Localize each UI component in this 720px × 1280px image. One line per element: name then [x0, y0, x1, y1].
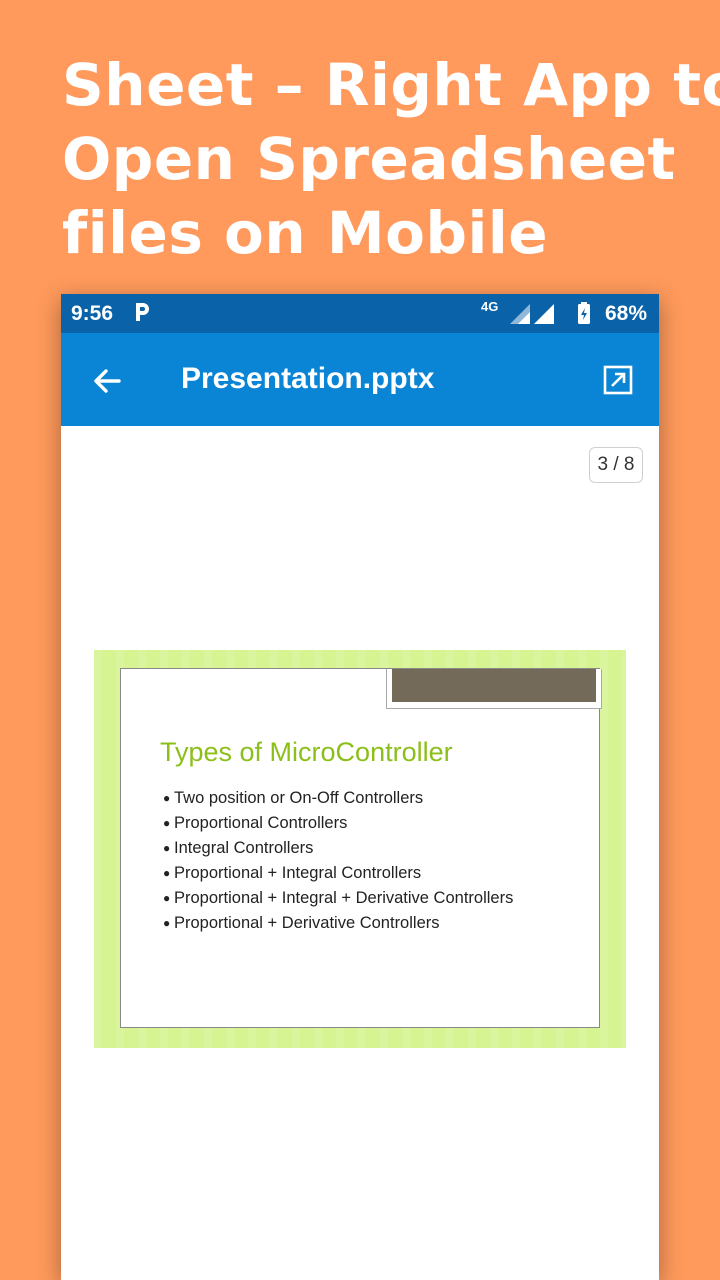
battery-percent: 68% [605, 302, 648, 325]
slide-title: Types of MicroController [160, 737, 453, 767]
open-external-button[interactable] [603, 365, 633, 395]
bullet-item: ● Proportional + Integral + Derivative Co… [163, 886, 513, 911]
bullet-item: ● Two position or On-Off Controllers [163, 786, 513, 811]
bullet-dot-icon: ● [163, 866, 171, 880]
arrow-left-icon [94, 369, 121, 393]
bullet-item: ● Proportional + Integral Controllers [163, 861, 513, 886]
slide-tab-fill [392, 669, 596, 702]
slide-tab-decoration [386, 669, 602, 709]
document-viewer[interactable]: 3 / 8 Types of MicroController ● Two posi… [61, 426, 659, 1280]
slide-bullets: ● Two position or On-Off Controllers ● Pro… [163, 786, 513, 936]
signal-icon [509, 303, 531, 331]
back-button[interactable] [89, 363, 125, 399]
document-title: Presentation.pptx [181, 362, 435, 395]
status-time: 9:56 [71, 302, 114, 325]
promo-headline: Sheet – Right App to Open Spreadsheet fi… [62, 48, 720, 270]
bullet-dot-icon: ● [163, 916, 171, 930]
open-external-icon [603, 365, 633, 395]
promo-line-3: files on Mobile [62, 199, 549, 267]
signal-icon-secondary [533, 303, 555, 331]
page-indicator: 3 / 8 [589, 447, 643, 483]
bullet-item: ● Proportional Controllers [163, 811, 513, 836]
bullet-item: ● Proportional + Derivative Controllers [163, 911, 513, 936]
bullet-dot-icon: ● [163, 791, 171, 805]
status-bar: 9:56 4G 68% [61, 294, 659, 333]
notification-icon [133, 300, 151, 330]
battery-icon [576, 301, 592, 331]
promo-line-1: Sheet – Right App to [62, 51, 720, 119]
slide-frame: Types of MicroController ● Two position o… [94, 650, 626, 1048]
bullet-dot-icon: ● [163, 816, 171, 830]
promo-line-2: Open Spreadsheet [62, 125, 676, 193]
bullet-dot-icon: ● [163, 891, 171, 905]
bullet-item: ● Integral Controllers [163, 836, 513, 861]
bullet-dot-icon: ● [163, 841, 171, 855]
network-type: 4G [481, 299, 499, 314]
app-bar: Presentation.pptx [61, 333, 659, 426]
phone-screen: 9:56 4G 68% Presentation.pptx 3 / 8 Type… [61, 294, 659, 1280]
slide-card: Types of MicroController ● Two position o… [120, 668, 602, 1028]
